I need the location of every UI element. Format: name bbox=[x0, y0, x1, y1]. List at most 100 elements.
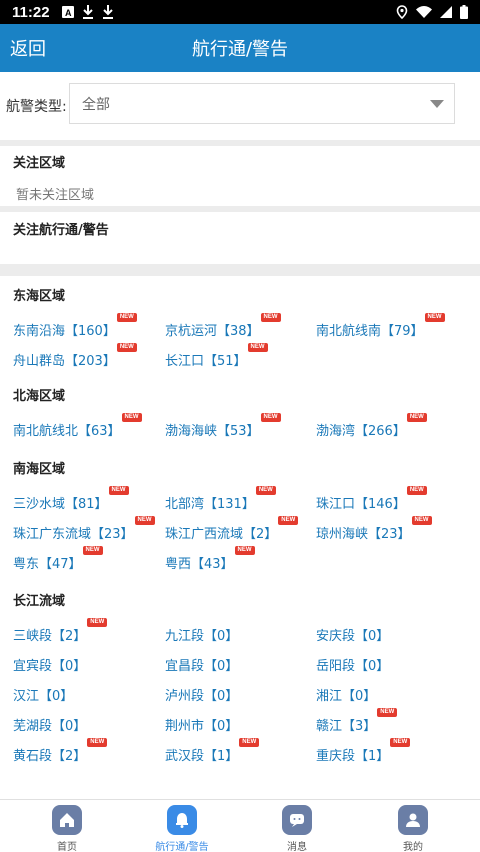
region-item[interactable]: 湘江【0】 bbox=[316, 685, 376, 704]
nav-messages[interactable]: 消息 bbox=[247, 805, 347, 852]
new-badge: NEW bbox=[411, 516, 432, 525]
new-badge: NEW bbox=[134, 516, 155, 525]
region-item[interactable]: 珠江口【146】 NEW bbox=[316, 486, 427, 512]
new-badge: NEW bbox=[239, 738, 260, 747]
region-item-label: 宜宾段【0】 bbox=[13, 659, 87, 674]
filter-row: 航警类型: 全部 bbox=[0, 72, 480, 140]
region-item[interactable]: 三沙水域【81】 NEW bbox=[13, 486, 129, 512]
region-item[interactable]: 珠江广东流域【23】 NEW bbox=[13, 516, 155, 542]
region-item-label: 芜湖段【0】 bbox=[13, 719, 87, 734]
location-icon bbox=[396, 5, 408, 19]
nav-messages-label: 消息 bbox=[287, 842, 307, 852]
notice-icon bbox=[167, 805, 197, 835]
new-badge: NEW bbox=[87, 738, 108, 747]
region-item[interactable]: 渤海海峡【53】 NEW bbox=[165, 413, 281, 439]
region-item-label: 粤东【47】 bbox=[13, 557, 82, 572]
region-item[interactable]: 粤东【47】 NEW bbox=[13, 546, 103, 572]
region-item-label: 南北航线南【79】 bbox=[316, 324, 424, 339]
notification-a-icon: A bbox=[61, 6, 74, 18]
region-item-label: 汉江【0】 bbox=[13, 689, 74, 704]
nav-home-label: 首页 bbox=[57, 842, 77, 852]
focus-area-title: 关注区域 bbox=[13, 156, 66, 171]
download-icon bbox=[102, 5, 113, 19]
region-title: 长江流域 bbox=[13, 594, 66, 609]
status-time: 11:22 bbox=[12, 3, 50, 21]
region-item[interactable]: 珠江广西流域【2】 NEW bbox=[165, 516, 299, 542]
nav-profile[interactable]: 我的 bbox=[363, 805, 463, 852]
region-item[interactable]: 三峡段【2】 NEW bbox=[13, 618, 108, 644]
region-item[interactable]: 安庆段【0】 bbox=[316, 625, 389, 644]
nav-notice[interactable]: 航行通/警告 bbox=[132, 805, 232, 852]
svg-text:A: A bbox=[65, 8, 72, 18]
new-badge: NEW bbox=[82, 546, 103, 555]
new-badge: NEW bbox=[260, 313, 281, 322]
bottom-nav: 首页 航行通/警告 消息 我的 bbox=[0, 799, 480, 852]
region-item[interactable]: 长江口【51】 NEW bbox=[165, 343, 268, 369]
region-item-label: 武汉段【1】 bbox=[165, 749, 239, 764]
region-item-label: 泸州段【0】 bbox=[165, 689, 239, 704]
new-badge: NEW bbox=[247, 343, 268, 352]
home-icon bbox=[52, 805, 82, 835]
divider bbox=[0, 264, 480, 276]
region-item-label: 长江口【51】 bbox=[165, 354, 247, 369]
region-item[interactable]: 赣江【3】 NEW bbox=[316, 708, 398, 734]
region-item-label: 渤海海峡【53】 bbox=[165, 424, 260, 439]
region-item[interactable]: 京杭运河【38】 NEW bbox=[165, 313, 281, 339]
region-item[interactable]: 岳阳段【0】 bbox=[316, 655, 389, 674]
new-badge: NEW bbox=[255, 486, 276, 495]
new-badge: NEW bbox=[116, 313, 137, 322]
region-item[interactable]: 芜湖段【0】 bbox=[13, 715, 86, 734]
region-item-label: 九江段【0】 bbox=[165, 629, 239, 644]
chevron-down-icon bbox=[430, 100, 444, 108]
focus-area-empty: 暂未关注区域 bbox=[16, 188, 95, 203]
new-badge: NEW bbox=[260, 413, 281, 422]
region-item-label: 京杭运河【38】 bbox=[165, 324, 260, 339]
download-icon bbox=[82, 5, 93, 19]
app-bar: 返回 航行通/警告 bbox=[0, 24, 480, 72]
new-badge: NEW bbox=[278, 516, 299, 525]
region-item[interactable]: 黄石段【2】 NEW bbox=[13, 738, 108, 764]
filter-label: 航警类型: bbox=[6, 99, 67, 115]
new-badge: NEW bbox=[406, 413, 427, 422]
back-button[interactable]: 返回 bbox=[10, 35, 46, 61]
region-item[interactable]: 汉江【0】 bbox=[13, 685, 73, 704]
region-item-label: 黄石段【2】 bbox=[13, 749, 87, 764]
region-item[interactable]: 北部湾【131】 NEW bbox=[165, 486, 276, 512]
region-item[interactable]: 重庆段【1】 NEW bbox=[316, 738, 411, 764]
region-item[interactable]: 舟山群岛【203】 NEW bbox=[13, 343, 137, 369]
new-badge: NEW bbox=[87, 618, 108, 627]
region-item[interactable]: 泸州段【0】 bbox=[165, 685, 238, 704]
region-item[interactable]: 南北航线北【63】 NEW bbox=[13, 413, 142, 439]
region-item-label: 宜昌段【0】 bbox=[165, 659, 239, 674]
status-bar: 11:22 A bbox=[0, 0, 480, 24]
region-item-label: 南北航线北【63】 bbox=[13, 424, 121, 439]
nav-home[interactable]: 首页 bbox=[17, 805, 117, 852]
region-item[interactable]: 粤西【43】 NEW bbox=[165, 546, 255, 572]
wifi-icon bbox=[416, 6, 432, 18]
focus-notice-title: 关注航行通/警告 bbox=[13, 223, 109, 238]
region-title: 南海区域 bbox=[13, 462, 66, 477]
region-item-label: 珠江广东流域【23】 bbox=[13, 527, 134, 542]
region-title: 北海区域 bbox=[13, 389, 66, 404]
region-item[interactable]: 宜宾段【0】 bbox=[13, 655, 86, 674]
region-item-label: 三沙水域【81】 bbox=[13, 497, 108, 512]
region-item[interactable]: 宜昌段【0】 bbox=[165, 655, 238, 674]
nav-profile-label: 我的 bbox=[403, 842, 423, 852]
region-item-label: 荆州市【0】 bbox=[165, 719, 239, 734]
message-icon bbox=[282, 805, 312, 835]
region-item[interactable]: 武汉段【1】 NEW bbox=[165, 738, 260, 764]
region-item-label: 舟山群岛【203】 bbox=[13, 354, 116, 369]
divider bbox=[0, 206, 480, 212]
region-item[interactable]: 南北航线南【79】 NEW bbox=[316, 313, 445, 339]
region-item[interactable]: 琼州海峡【23】 NEW bbox=[316, 516, 432, 542]
region-item[interactable]: 荆州市【0】 bbox=[165, 715, 238, 734]
nav-notice-label: 航行通/警告 bbox=[155, 842, 209, 852]
region-item[interactable]: 九江段【0】 bbox=[165, 625, 238, 644]
region-title: 东海区域 bbox=[13, 289, 66, 304]
region-item[interactable]: 东南沿海【160】 NEW bbox=[13, 313, 137, 339]
type-select-value: 全部 bbox=[82, 96, 110, 113]
type-select[interactable]: 全部 bbox=[69, 83, 455, 124]
region-item[interactable]: 渤海湾【266】 NEW bbox=[316, 413, 427, 439]
region-item-label: 赣江【3】 bbox=[316, 719, 377, 734]
region-item-label: 渤海湾【266】 bbox=[316, 424, 406, 439]
